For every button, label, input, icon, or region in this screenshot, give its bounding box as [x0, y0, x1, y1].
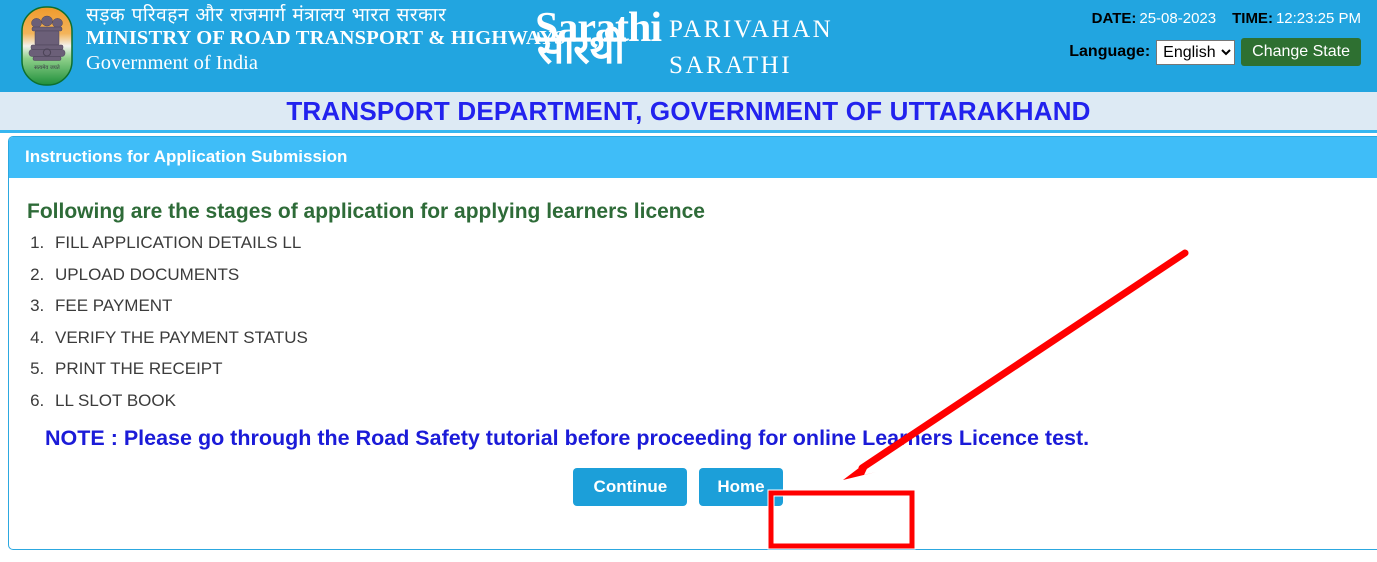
ministry-title-block: सड़क परिवहन और राजमार्ग मंत्रालय भारत सर… — [86, 4, 566, 75]
page-root: सत्यमेव जयते सड़क परिवहन और राजमार्ग मंत… — [0, 0, 1377, 562]
list-item: UPLOAD DOCUMENTS — [49, 266, 1377, 283]
sarathi-logo: Sarathi सारथी PARIVAHAN SARATHI — [535, 6, 833, 84]
header-utility-area: DATE: 25-08-2023 TIME: 12:23:25 PM Language… — [1069, 10, 1361, 66]
continue-button[interactable]: Continue — [573, 468, 688, 506]
stages-list: FILL APPLICATION DETAILS LL UPLOAD DOCUM… — [15, 234, 1377, 409]
page-title: TRANSPORT DEPARTMENT, GOVERNMENT OF UTTA… — [286, 95, 1091, 126]
list-item: PRINT THE RECEIPT — [49, 360, 1377, 377]
site-header: सत्यमेव जयते सड़क परिवहन और राजमार्ग मंत… — [0, 0, 1377, 92]
date-value: 25-08-2023 — [1139, 10, 1217, 27]
list-item: LL SLOT BOOK — [49, 392, 1377, 409]
language-select[interactable]: English — [1156, 39, 1236, 65]
list-item: FEE PAYMENT — [49, 297, 1377, 314]
action-button-row: Continue Home — [9, 468, 1377, 506]
time-value: 12:23:25 PM — [1275, 10, 1361, 27]
brand-line-sarathi: SARATHI — [669, 51, 793, 79]
list-item: VERIFY THE PAYMENT STATUS — [49, 329, 1377, 346]
state-title-band: TRANSPORT DEPARTMENT, GOVERNMENT OF UTTA… — [0, 92, 1377, 133]
date-label: DATE: — [1091, 10, 1137, 27]
change-state-button[interactable]: Change State — [1241, 38, 1361, 66]
note-text: NOTE : Please go through the Road Safety… — [45, 425, 1090, 450]
list-item: FILL APPLICATION DETAILS LL — [49, 234, 1377, 251]
datetime-display: DATE: 25-08-2023 TIME: 12:23:25 PM — [1069, 10, 1361, 27]
language-label: Language: — [1069, 43, 1151, 60]
language-controls: Language: English Change State — [1069, 38, 1361, 66]
instructions-panel-heading: Instructions for Application Submission — [9, 137, 1377, 178]
svg-text:सत्यमेव जयते: सत्यमेव जयते — [34, 64, 61, 71]
brand-line-parivahan: PARIVAHAN — [669, 16, 834, 43]
government-of-india-label: Government of India — [86, 51, 258, 74]
instructions-panel-body: Following are the stages of application … — [9, 178, 1377, 549]
sarathi-logo-mark: Sarathi सारथी — [535, 6, 662, 84]
time-label: TIME: — [1232, 10, 1273, 27]
brand-wordmark: PARIVAHAN SARATHI — [669, 12, 833, 83]
india-national-emblem-icon: सत्यमेव जयते — [12, 2, 82, 90]
stages-heading: Following are the stages of application … — [27, 200, 705, 223]
home-button[interactable]: Home — [699, 468, 783, 506]
ministry-name-hindi: सड़क परिवहन और राजमार्ग मंत्रालय भारत सर… — [86, 4, 447, 26]
ministry-name-english: MINISTRY OF ROAD TRANSPORT & HIGHWAYS — [86, 27, 566, 50]
instructions-panel: Instructions for Application Submission … — [8, 136, 1377, 550]
sarathi-logo-devanagari-text: सारथी — [537, 27, 625, 73]
